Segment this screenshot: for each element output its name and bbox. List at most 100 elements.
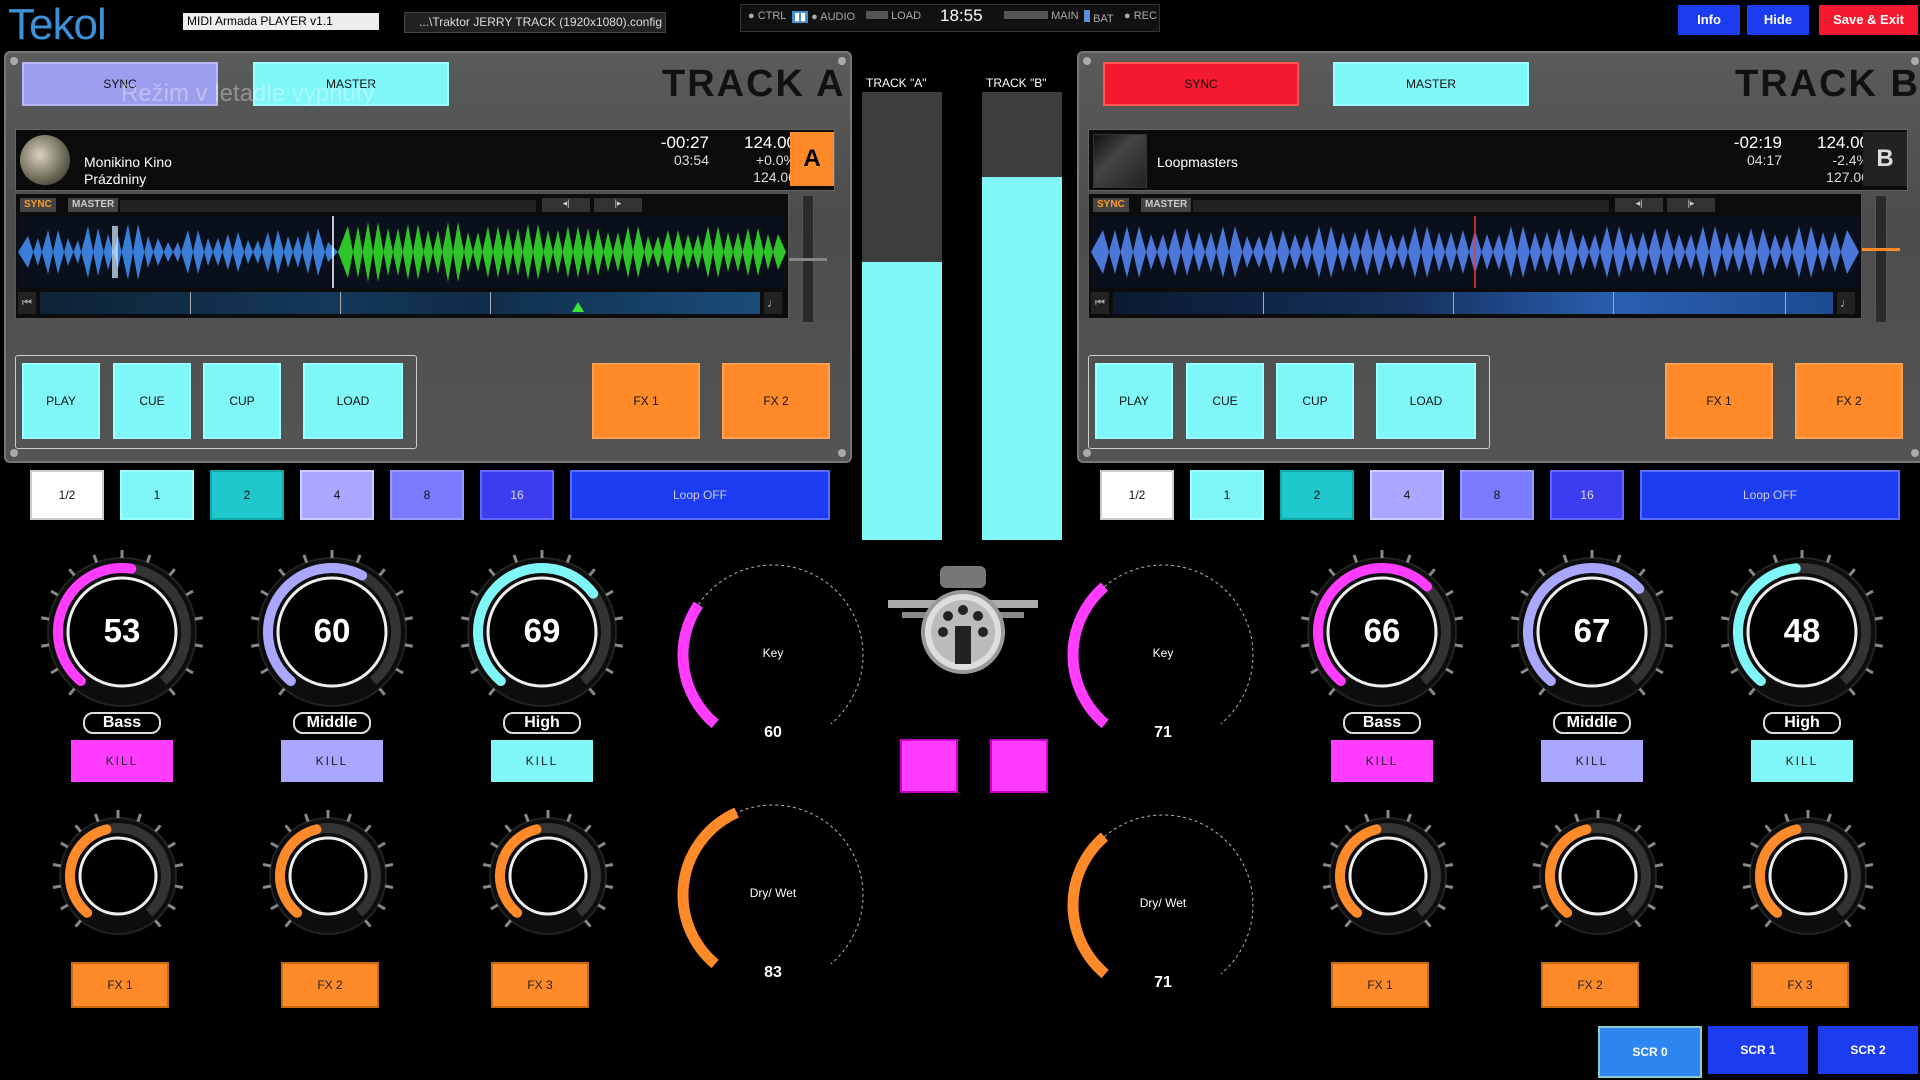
deck-a-waveform[interactable]	[18, 216, 786, 288]
deck-b-key-knob-arc	[1067, 582, 1109, 729]
deck-a-load-button[interactable]: LOAD	[303, 363, 403, 439]
deck-a-kill-button[interactable]: KILL	[71, 740, 173, 782]
screen-0-button[interactable]: SCR 0	[1598, 1026, 1702, 1078]
deck-a-loop-button[interactable]: 1/2	[30, 470, 104, 520]
deck-a-pitch-fader-handle[interactable]	[789, 258, 827, 261]
deck-b-pitch-fader-handle[interactable]	[1862, 248, 1900, 251]
audio-indicator-icon: ▮▮	[792, 11, 809, 23]
deck-a-fx-knob-button[interactable]: FX 1	[71, 962, 169, 1008]
player-name-field[interactable]: MIDI Armada PLAYER v1.1	[183, 13, 379, 30]
deck-b-fx-knob-button[interactable]: FX 3	[1751, 962, 1849, 1008]
deck-a-fx-knob-button[interactable]: FX 3	[491, 962, 589, 1008]
deck-a-loop-button[interactable]: 8	[390, 470, 464, 520]
deck-b-fx1-button[interactable]: FX 1	[1665, 363, 1773, 439]
deck-a-loop-off-button[interactable]: Loop OFF	[570, 470, 830, 520]
deck-a-beatjump-fwd-icon[interactable]: |▸	[594, 198, 642, 212]
deck-b-kill-button[interactable]: KILL	[1541, 740, 1643, 782]
deck-a-fx-knob-tick	[174, 863, 184, 868]
deck-a-kill-button[interactable]: KILL	[491, 740, 593, 782]
deck-b-loop-button[interactable]: 1	[1190, 470, 1264, 520]
deck-b-eq-knob-tick	[1328, 687, 1336, 696]
deck-a-loop-button[interactable]: 1	[120, 470, 194, 520]
deck-b-play-button[interactable]: PLAY	[1095, 363, 1173, 439]
deck-b-eq-value: 66	[1363, 612, 1401, 649]
fader-b[interactable]	[982, 92, 1062, 540]
deck-a-fx1-button[interactable]: FX 1	[592, 363, 700, 439]
deck-a-fx-knob-button[interactable]: FX 2	[281, 962, 379, 1008]
save-exit-button[interactable]: Save & Exit	[1819, 5, 1918, 35]
deck-b-fx-knob-tick	[1540, 903, 1549, 911]
deck-a-play-button[interactable]: PLAY	[22, 363, 100, 439]
deck-b-beatjump-fwd-icon[interactable]: |▸	[1667, 198, 1715, 212]
deck-b-fx-knob-tick	[1844, 919, 1852, 928]
deck-a-cup-button[interactable]: CUP	[203, 363, 281, 439]
deck-a-cue-button[interactable]: CUE	[113, 363, 191, 439]
deck-a-fx-knob-tick	[377, 903, 386, 911]
deck-b-loop-button[interactable]: 4	[1370, 470, 1444, 520]
deck-a-pitch-fader-track[interactable]	[789, 195, 827, 323]
deck-b-eq-knob-tick	[1428, 687, 1436, 696]
deck-b-fx-knob-button[interactable]: FX 1	[1331, 962, 1429, 1008]
deck-b-cue-button[interactable]: CUE	[1186, 363, 1264, 439]
deck-b-loop-button[interactable]: 2	[1280, 470, 1354, 520]
info-button[interactable]: Info	[1678, 5, 1740, 35]
center-pad-right[interactable]	[990, 739, 1048, 793]
deck-b-note-icon[interactable]: ♩	[1837, 292, 1855, 314]
deck-a-loop-button[interactable]: 2	[210, 470, 284, 520]
fader-a[interactable]	[862, 92, 942, 540]
deck-b-eq-knob-tick	[1510, 643, 1520, 648]
deck-b-sync-tag: SYNC	[1093, 198, 1129, 212]
deck-b-loop-button[interactable]: 16	[1550, 470, 1624, 520]
deck-a-loop-button[interactable]: 4	[300, 470, 374, 520]
deck-b-eq-knob-tick	[1300, 643, 1310, 648]
deck-b-waveform[interactable]	[1091, 216, 1859, 288]
deck-a-rewind-icon[interactable]: ⏮	[18, 292, 36, 314]
config-file-path[interactable]: ...\Traktor JERRY TRACK (1920x1080).conf…	[404, 12, 666, 33]
deck-b-waveform-panel[interactable]: SYNC MASTER ◂| |▸ ⏮ ♩	[1088, 193, 1862, 319]
deck-b-sync-button[interactable]: SYNC	[1103, 62, 1299, 106]
deck-a-note-icon[interactable]: ♩	[764, 292, 782, 314]
deck-b-beatjump-back-icon[interactable]: ◂|	[1615, 198, 1663, 212]
deck-b-fx-knob-tick	[1654, 884, 1664, 889]
deck-b-eq-label: High	[1763, 712, 1841, 734]
center-pad-left[interactable]	[900, 739, 958, 793]
deck-a-fx2-button[interactable]: FX 2	[722, 363, 830, 439]
deck-a-master-tag: MASTER	[68, 198, 119, 212]
deck-b-kill-button[interactable]: KILL	[1331, 740, 1433, 782]
deck-b-loop-button[interactable]: 1/2	[1100, 470, 1174, 520]
screen-2-button[interactable]: SCR 2	[1818, 1026, 1918, 1074]
deck-a-eq-knob-tick	[355, 554, 362, 563]
deck-b-load-button[interactable]: LOAD	[1376, 363, 1476, 439]
deck-b-fx-knob-button[interactable]: FX 2	[1541, 962, 1639, 1008]
deck-b-eq-knob-tick	[1874, 616, 1884, 621]
battery-icon	[1084, 10, 1090, 22]
deck-b-cup-button[interactable]: CUP	[1276, 363, 1354, 439]
deck-a-eq-knob-tick	[260, 589, 269, 597]
deck-b-master-button[interactable]: MASTER	[1333, 62, 1529, 106]
deck-a-fx-knob-tick	[174, 884, 184, 889]
deck-a-fx-knob-cap	[78, 836, 158, 916]
deck-b-fx-knob-tick	[1857, 903, 1866, 911]
deck-b-overview-strip[interactable]	[1113, 292, 1833, 314]
deck-a-loop-button[interactable]: 16	[480, 470, 554, 520]
deck-a-beatjump-back-icon[interactable]: ◂|	[542, 198, 590, 212]
deck-b-loop-off-button[interactable]: Loop OFF	[1640, 470, 1900, 520]
deck-a-overview-strip[interactable]	[40, 292, 760, 314]
hide-button[interactable]: Hide	[1747, 5, 1809, 35]
deck-a-fx-knob-tick	[52, 884, 62, 889]
deck-a-artist: Monikino Kino	[84, 154, 172, 170]
deck-b-eq-knob-tick	[1520, 589, 1529, 597]
screen-1-button[interactable]: SCR 1	[1708, 1026, 1808, 1074]
deck-b-fx-knob-tick	[1444, 884, 1454, 889]
deck-a-fx-knob-tick	[270, 841, 279, 849]
deck-b-kill-button[interactable]: KILL	[1751, 740, 1853, 782]
deck-b-loop-button[interactable]: 8	[1460, 470, 1534, 520]
deck-a-waveform-panel[interactable]: SYNC MASTER ◂| |▸ ⏮ ♩	[15, 193, 789, 319]
deck-b-track-info: Loopmasters -02:19 04:17 124.00 -2.4% 12…	[1088, 129, 1908, 191]
deck-b-rewind-icon[interactable]: ⏮	[1091, 292, 1109, 314]
deck-b-fx-knob-tick	[1750, 841, 1759, 849]
deck-b-pitch-fader-track[interactable]	[1862, 195, 1900, 323]
deck-a-letter-badge: A	[790, 132, 834, 186]
deck-b-fx2-button[interactable]: FX 2	[1795, 363, 1903, 439]
deck-a-kill-button[interactable]: KILL	[281, 740, 383, 782]
